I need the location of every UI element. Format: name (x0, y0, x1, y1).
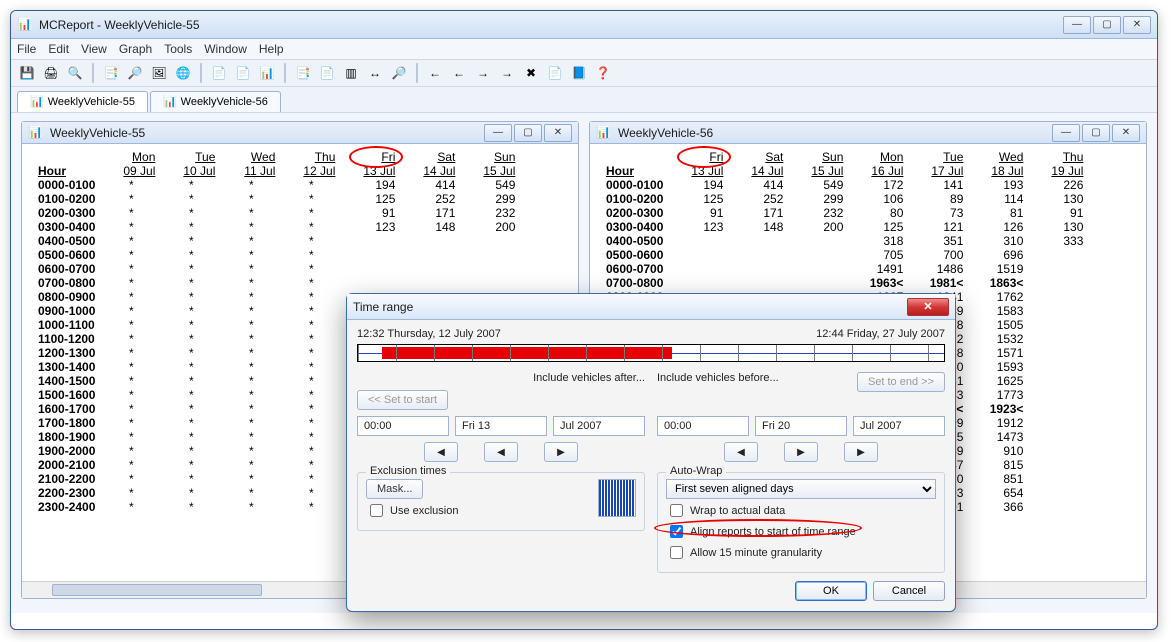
pane-left-titlebar: 📊 WeeklyVehicle-55 — ▢ ✕ (22, 122, 578, 144)
pane-min-button[interactable]: — (484, 124, 512, 142)
main-titlebar: 📊 MCReport - WeeklyVehicle-55 — ▢ ✕ (11, 11, 1157, 39)
toolbar-button[interactable]: ❓ (593, 63, 613, 83)
menu-window[interactable]: Window (204, 42, 247, 56)
before-month-field[interactable]: Jul 2007 (853, 416, 945, 436)
range-end-ts: 12:44 Friday, 27 July 2007 (816, 328, 945, 340)
wrap-actual-checkbox[interactable]: Wrap to actual data (666, 501, 936, 520)
tab-icon: 📊 (163, 95, 177, 108)
app-icon: 📊 (17, 17, 33, 33)
pane-max-button[interactable]: ▢ (1082, 124, 1110, 142)
toolbar-button[interactable]: 🔍 (65, 63, 85, 83)
toolbar-button[interactable]: 📄 (317, 63, 337, 83)
toolbar-button[interactable]: ← (449, 63, 469, 83)
pane-max-button[interactable]: ▢ (514, 124, 542, 142)
before-day-field[interactable]: Fri 20 (755, 416, 847, 436)
pane-right-titlebar: 📊 WeeklyVehicle-56 — ▢ ✕ (590, 122, 1146, 144)
toolbar: 💾🖨🔍📑🔎🖼🌐📄📄📊📑📄▥↔🔎←←→→✖📄📘❓ (11, 60, 1157, 87)
after-next-button[interactable]: ▶ (544, 442, 578, 462)
doc-tab[interactable]: 📊 WeeklyVehicle-55 (17, 91, 148, 112)
toolbar-button[interactable]: 🖼 (149, 63, 169, 83)
toolbar-button[interactable]: → (473, 63, 493, 83)
dialog-close-button[interactable]: ✕ (907, 298, 949, 316)
toolbar-button[interactable]: ▥ (341, 63, 361, 83)
toolbar-separator (284, 63, 286, 83)
toolbar-button[interactable]: 🔎 (389, 63, 409, 83)
toolbar-button[interactable]: 📄 (545, 63, 565, 83)
window-title: MCReport - WeeklyVehicle-55 (39, 18, 1063, 32)
set-to-end-button[interactable]: Set to end >> (857, 372, 945, 392)
menu-file[interactable]: File (17, 42, 36, 56)
menu-graph[interactable]: Graph (119, 42, 152, 56)
pane-left-title: WeeklyVehicle-55 (50, 126, 484, 140)
after-time-field[interactable]: 00:00 (357, 416, 449, 436)
pane-icon: 📊 (28, 125, 44, 141)
exclusion-legend: Exclusion times (366, 465, 450, 477)
menu-edit[interactable]: Edit (48, 42, 69, 56)
dialog-title: Time range (353, 300, 413, 314)
before-time-field[interactable]: 00:00 (657, 416, 749, 436)
toolbar-button[interactable]: 📑 (101, 63, 121, 83)
after-day-field[interactable]: Fri 13 (455, 416, 547, 436)
after-prev-button[interactable]: ◀ (424, 442, 458, 462)
pane-icon: 📊 (596, 125, 612, 141)
use-exclusion-label: Use exclusion (390, 505, 458, 517)
document-tabs: 📊 WeeklyVehicle-55 📊 WeeklyVehicle-56 (11, 87, 1157, 113)
before-next2-button[interactable]: ▶ (844, 442, 878, 462)
autowrap-legend: Auto-Wrap (666, 465, 726, 477)
mask-button[interactable]: Mask... (366, 479, 423, 499)
set-to-start-button[interactable]: << Set to start (357, 390, 448, 410)
menu-tools[interactable]: Tools (164, 42, 192, 56)
toolbar-button[interactable]: → (497, 63, 517, 83)
pane-min-button[interactable]: — (1052, 124, 1080, 142)
toolbar-button[interactable]: 🖨 (41, 63, 61, 83)
use-exclusion-checkbox[interactable]: Use exclusion (366, 501, 458, 520)
allow-15min-checkbox[interactable]: Allow 15 minute granularity (666, 543, 936, 562)
toolbar-button[interactable]: 📘 (569, 63, 589, 83)
tab-label: WeeklyVehicle-55 (48, 96, 135, 108)
toolbar-button[interactable]: 📄 (209, 63, 229, 83)
toolbar-button[interactable]: 🌐 (173, 63, 193, 83)
menu-help[interactable]: Help (259, 42, 284, 56)
align-start-label: Align reports to start of time range (690, 526, 856, 538)
before-next-button[interactable]: ▶ (784, 442, 818, 462)
toolbar-button[interactable]: ✖ (521, 63, 541, 83)
maximize-button[interactable]: ▢ (1093, 16, 1121, 34)
toolbar-button[interactable]: 📄 (233, 63, 253, 83)
before-prev-button[interactable]: ◀ (724, 442, 758, 462)
tab-label: WeeklyVehicle-56 (181, 96, 268, 108)
close-button[interactable]: ✕ (1123, 16, 1151, 34)
toolbar-separator (92, 63, 94, 83)
pane-close-button[interactable]: ✕ (544, 124, 572, 142)
ok-button[interactable]: OK (795, 581, 867, 601)
cancel-button[interactable]: Cancel (873, 581, 945, 601)
include-after-label: Include vehicles after... (357, 372, 645, 384)
barcode-preview-icon (598, 479, 636, 517)
align-start-checkbox[interactable]: Align reports to start of time range (666, 522, 936, 541)
toolbar-button[interactable]: 🔎 (125, 63, 145, 83)
time-range-bar[interactable] (357, 344, 945, 362)
toolbar-button[interactable]: 💾 (17, 63, 37, 83)
toolbar-button[interactable]: 📑 (293, 63, 313, 83)
toolbar-button[interactable]: ↔ (365, 63, 385, 83)
pane-close-button[interactable]: ✕ (1112, 124, 1140, 142)
range-start-ts: 12:32 Thursday, 12 July 2007 (357, 328, 501, 340)
allow-15min-label: Allow 15 minute granularity (690, 547, 822, 559)
after-month-field[interactable]: Jul 2007 (553, 416, 645, 436)
include-before-label: Include vehicles before... (657, 372, 857, 384)
toolbar-separator (416, 63, 418, 83)
pane-right-title: WeeklyVehicle-56 (618, 126, 1052, 140)
tab-icon: 📊 (30, 95, 44, 108)
toolbar-button[interactable]: 📊 (257, 63, 277, 83)
toolbar-separator (200, 63, 202, 83)
after-prev2-button[interactable]: ◀ (484, 442, 518, 462)
minimize-button[interactable]: — (1063, 16, 1091, 34)
wrap-actual-label: Wrap to actual data (690, 505, 785, 517)
doc-tab[interactable]: 📊 WeeklyVehicle-56 (150, 91, 281, 112)
toolbar-button[interactable]: ← (425, 63, 445, 83)
menu-view[interactable]: View (81, 42, 107, 56)
menubar: File Edit View Graph Tools Window Help (11, 39, 1157, 60)
autowrap-mode-select[interactable]: First seven aligned days (666, 479, 936, 499)
